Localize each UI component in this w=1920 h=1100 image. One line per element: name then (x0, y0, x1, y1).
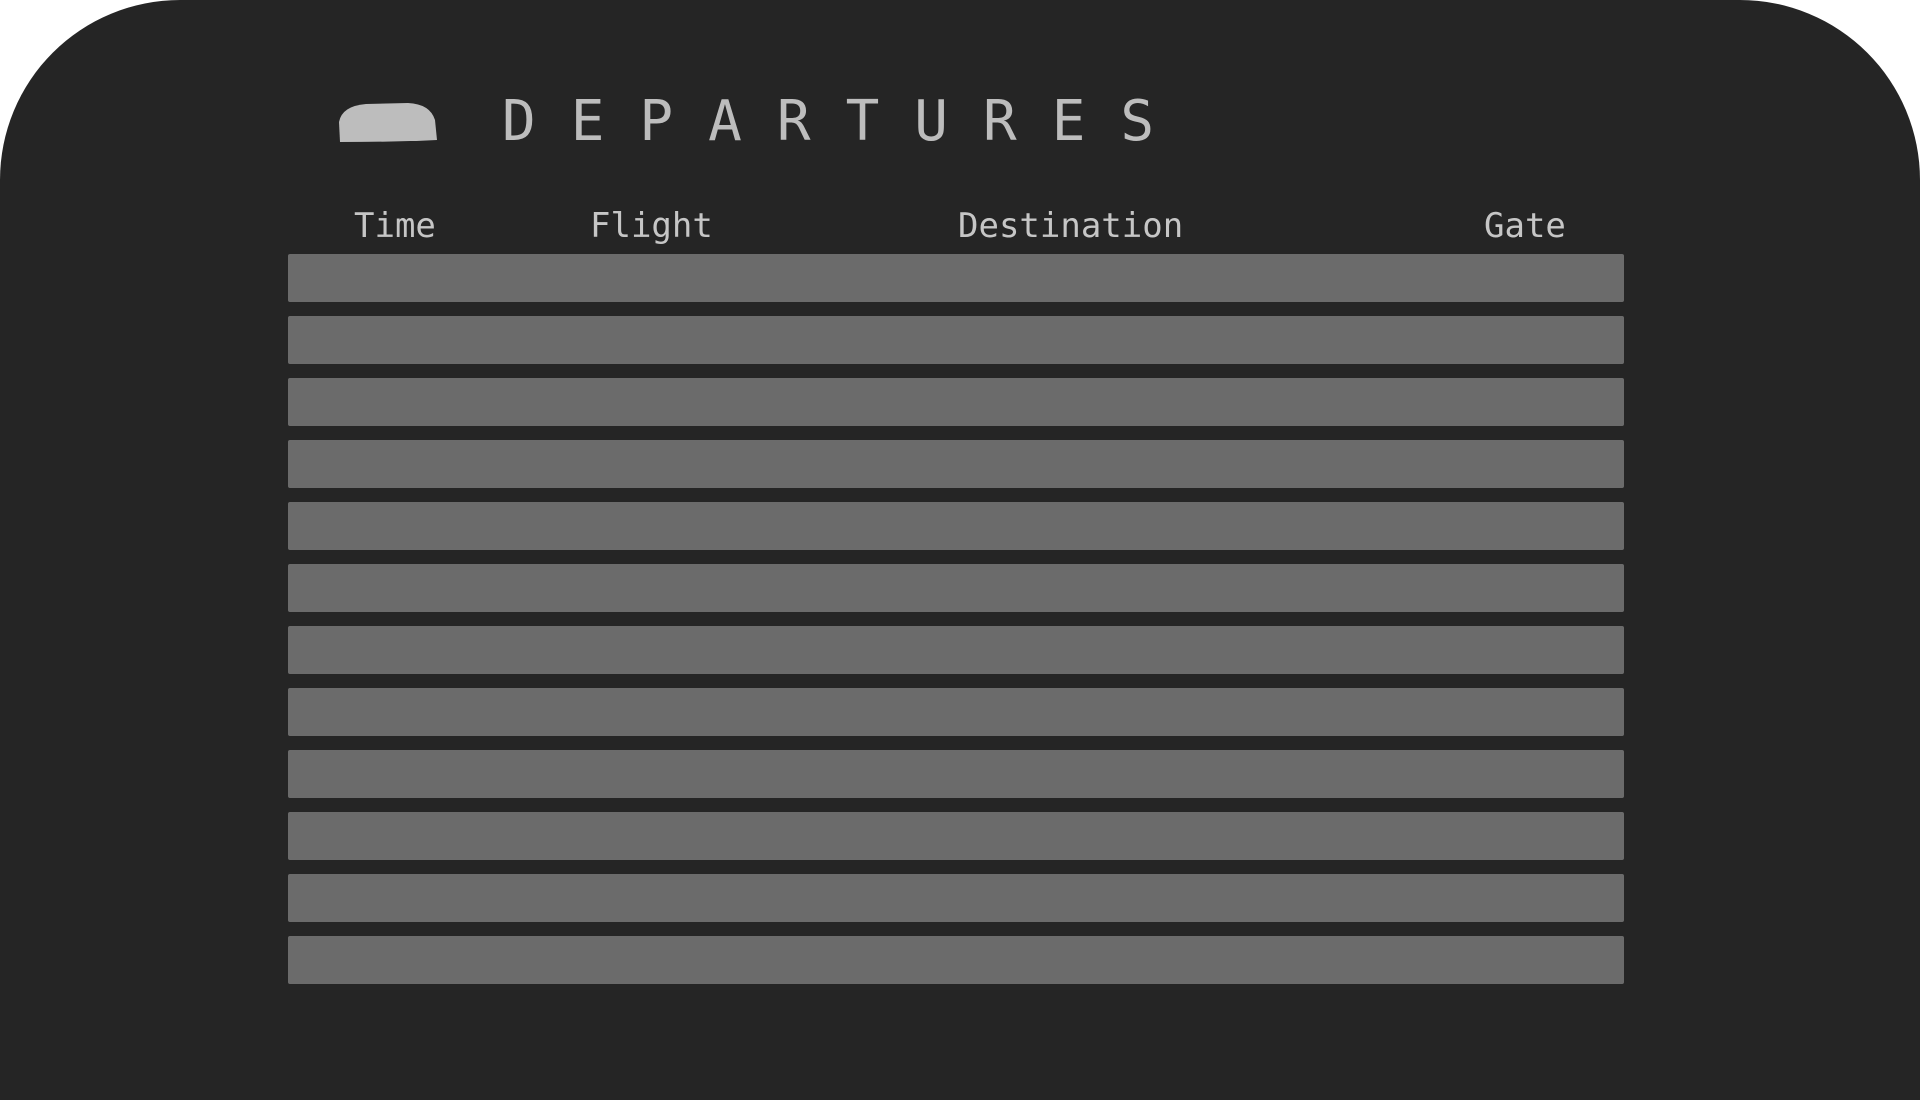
departures-table: Time Flight Destination Gate (288, 200, 1624, 998)
departure-row (288, 378, 1624, 426)
board-title: DEPARTURES (502, 89, 1190, 154)
column-header-gate: Gate (1484, 206, 1566, 246)
departure-row (288, 874, 1624, 922)
departure-row (288, 626, 1624, 674)
departure-rows (288, 254, 1624, 984)
departure-row (288, 750, 1624, 798)
departure-row (288, 316, 1624, 364)
departure-row (288, 254, 1624, 302)
departure-row (288, 440, 1624, 488)
departure-row (288, 564, 1624, 612)
column-header-time: Time (354, 206, 436, 246)
departure-row (288, 502, 1624, 550)
board-header: DEPARTURES (336, 92, 1189, 152)
column-header-flight: Flight (590, 206, 713, 246)
column-header-destination: Destination (958, 206, 1184, 246)
departure-row (288, 936, 1624, 984)
departure-row (288, 688, 1624, 736)
column-headers: Time Flight Destination Gate (288, 200, 1624, 250)
departures-board: DEPARTURES Time Flight Destination Gate (0, 0, 1920, 1100)
plane-icon (336, 100, 438, 144)
departure-row (288, 812, 1624, 860)
